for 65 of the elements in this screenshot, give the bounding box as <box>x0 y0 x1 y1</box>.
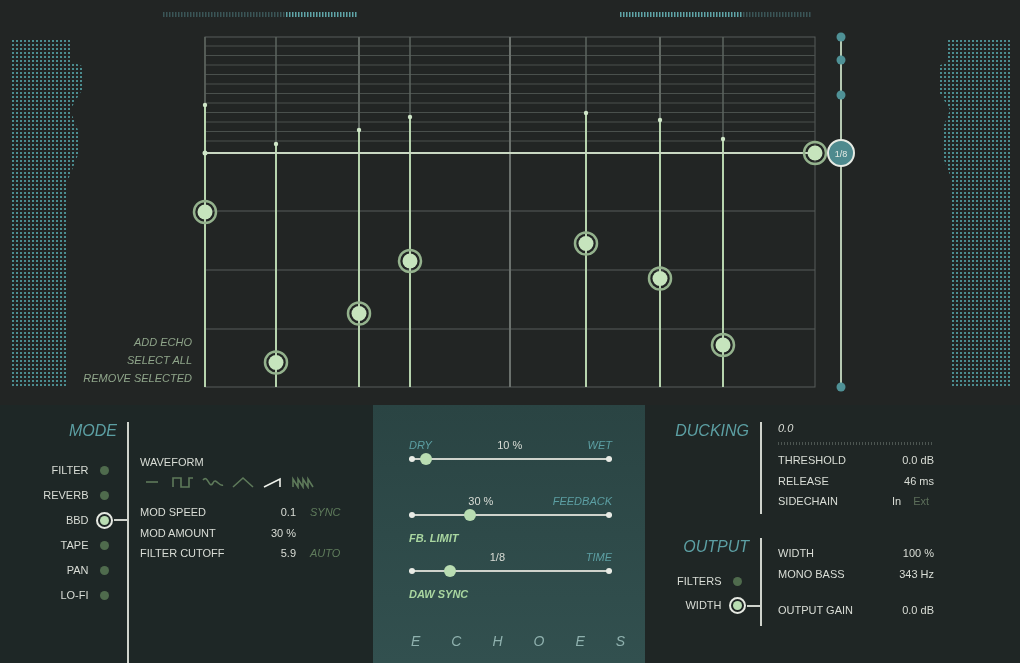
mode-radio[interactable] <box>99 465 109 475</box>
mode-radio[interactable] <box>99 590 109 600</box>
mode-option-label[interactable]: TAPE <box>60 538 89 552</box>
section-title: DUCKING <box>675 421 749 440</box>
ducking-meter-reading: 0.0 <box>778 421 795 435</box>
sidechain-option[interactable]: In <box>892 495 902 509</box>
section-title: MODE <box>69 421 117 440</box>
section-title: OUTPUT <box>683 537 749 556</box>
mode-option-label[interactable]: REVERB <box>43 488 89 502</box>
echo-action-link[interactable]: SELECT ALL <box>127 353 192 368</box>
echo-node[interactable] <box>263 350 289 375</box>
param-name: MOD SPEED <box>140 506 207 520</box>
echo-node[interactable] <box>346 301 372 326</box>
echo-action-link[interactable]: ADD ECHO <box>133 335 192 350</box>
mode-option-label[interactable]: PAN <box>66 563 89 577</box>
slider-label: FEEDBACK <box>552 495 612 508</box>
slider-thumb[interactable] <box>463 509 476 521</box>
param-name: FILTER CUTOFF <box>140 547 226 561</box>
param-name: SIDECHAIN <box>778 495 839 509</box>
feedback-line[interactable] <box>202 140 828 166</box>
param-value[interactable]: 0.0 dB <box>888 604 934 618</box>
slider-thumb[interactable] <box>420 453 433 465</box>
echo-node[interactable] <box>397 248 423 274</box>
param-name: THRESHOLD <box>778 454 847 468</box>
output-toggle[interactable] <box>732 577 742 586</box>
param-value[interactable]: 46 ms <box>888 474 934 488</box>
echo-node[interactable] <box>192 199 218 225</box>
echo-node[interactable] <box>573 231 599 256</box>
param-name: MONO BASS <box>778 567 846 581</box>
param-value[interactable]: 0.0 dB <box>888 454 934 468</box>
slider-value: 1/8 <box>489 551 505 564</box>
param-name: WIDTH <box>778 547 816 561</box>
mode-option-label[interactable]: FILTER <box>51 463 89 477</box>
echo-node[interactable] <box>710 332 736 358</box>
waveform-square-icon[interactable] <box>170 474 196 489</box>
waveform-label: WAVEFORM <box>140 455 205 469</box>
param-value[interactable]: 30 % <box>250 526 296 540</box>
mode-option-label[interactable]: BBD <box>65 513 89 527</box>
mode-option-label[interactable]: LO-FI <box>60 588 89 602</box>
echo-action-link[interactable]: REMOVE SELECTED <box>83 371 192 386</box>
mode-radio[interactable] <box>99 540 109 550</box>
slider-label: TIME <box>585 551 612 564</box>
param-value[interactable]: 100 % <box>888 547 934 561</box>
slider-value: 30 % <box>468 495 494 508</box>
slider-label: DRY <box>409 439 432 452</box>
param-value[interactable]: 343 Hz <box>888 567 934 581</box>
param-name: RELEASE <box>778 474 830 488</box>
product-name: ECHOES <box>410 632 658 651</box>
output-toggle[interactable] <box>728 597 746 614</box>
mode-radio[interactable] <box>99 565 109 575</box>
slider-value: 10 % <box>497 439 523 452</box>
echo-node[interactable] <box>647 266 673 291</box>
output-toggle-label[interactable]: WIDTH <box>685 599 722 612</box>
param-name: OUTPUT GAIN <box>778 604 854 618</box>
param-value[interactable]: 0.1 <box>250 506 296 520</box>
output-toggle-label[interactable]: FILTERS <box>677 575 722 588</box>
param-value[interactable]: 5.9 <box>250 547 296 561</box>
slider-option-label[interactable]: DAW SYNC <box>409 588 469 601</box>
slider-thumb[interactable] <box>443 565 456 577</box>
slider-option-label[interactable]: FB. LIMIT <box>409 532 459 545</box>
param-name: MOD AMOUNT <box>140 526 217 540</box>
mode-radio[interactable] <box>95 511 113 529</box>
time-slider-track[interactable] <box>836 32 846 392</box>
mode-radio[interactable] <box>99 490 109 500</box>
slider-label: WET <box>587 439 612 452</box>
